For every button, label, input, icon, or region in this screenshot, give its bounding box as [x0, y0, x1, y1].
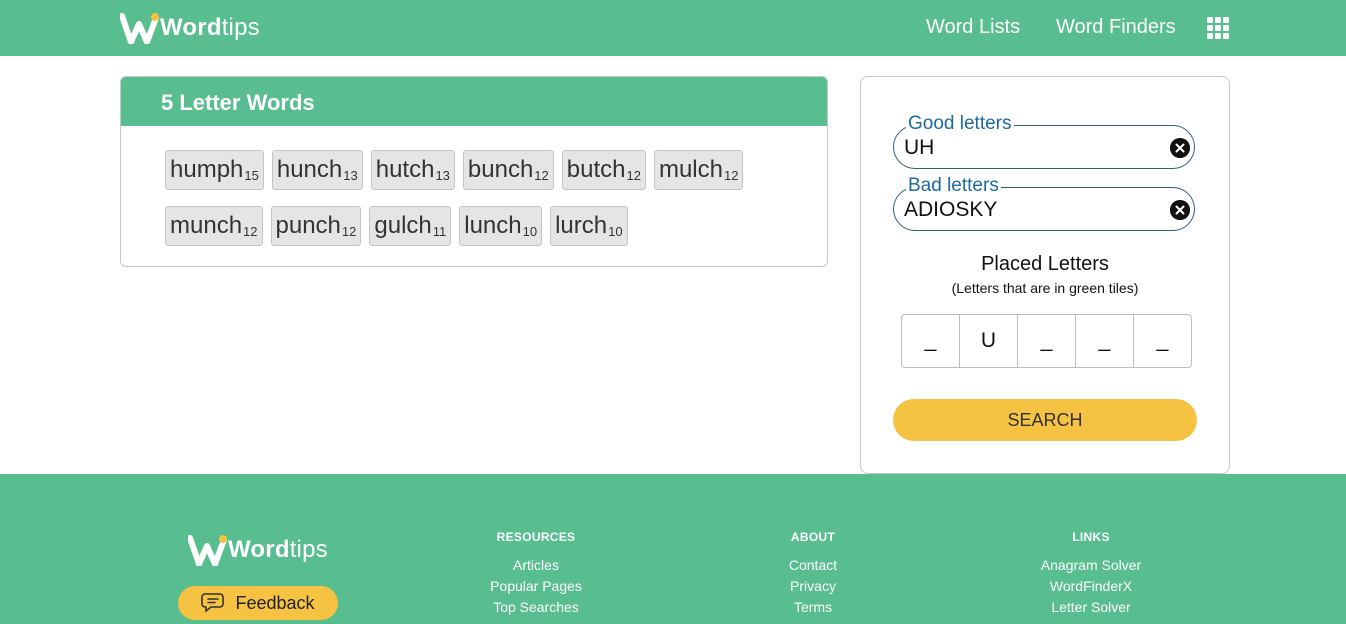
results-header: 5 Letter Words	[121, 77, 827, 126]
footer-column-title: ABOUT	[790, 530, 836, 544]
footer-link-anagram-solver[interactable]: Anagram Solver	[991, 555, 1191, 576]
word-chip[interactable]: hutch 13	[370, 150, 455, 190]
word-chip[interactable]: lurch 10	[550, 206, 628, 246]
chat-bubble-icon	[201, 593, 225, 613]
word-text: lunch	[464, 212, 522, 239]
word-text: hunch	[276, 156, 343, 183]
placed-letter-tile-5[interactable]: _	[1133, 315, 1191, 367]
placed-letter-tile-3[interactable]: _	[1017, 315, 1075, 367]
word-points: 10	[608, 224, 623, 239]
word-points: 12	[534, 168, 549, 183]
bad-letters-input[interactable]	[904, 198, 1154, 222]
word-text: munch	[170, 212, 243, 239]
word-text: gulch	[374, 212, 432, 239]
word-chip[interactable]: munch 12	[165, 206, 263, 246]
word-chip[interactable]: punch 12	[270, 206, 362, 246]
footer-column-title: RESOURCES	[496, 530, 576, 544]
word-text: humph	[170, 156, 244, 183]
bad-letters-field: Bad letters	[893, 176, 1195, 231]
word-points: 11	[432, 224, 447, 239]
word-chip[interactable]: gulch 11	[369, 206, 452, 246]
placed-letters-title: Placed Letters	[981, 253, 1109, 275]
word-chip[interactable]: humph 15	[165, 150, 264, 190]
placed-letter-tile-4[interactable]: _	[1075, 315, 1133, 367]
footer-link-letter-solver[interactable]: Letter Solver	[991, 597, 1191, 618]
word-chip[interactable]: bunch 12	[462, 150, 554, 190]
apps-grid-icon[interactable]	[1207, 17, 1229, 39]
word-chip[interactable]: mulch 12	[653, 150, 744, 190]
feedback-label: Feedback	[235, 592, 315, 613]
footer-column-resources: RESOURCES Articles Popular Pages Top Sea…	[436, 530, 636, 618]
word-chip[interactable]: hunch 13	[271, 150, 363, 190]
good-letters-label: Good letters	[906, 113, 1014, 134]
footer-logo-text: Wordtips	[228, 536, 328, 563]
footer-link-wordfinderx[interactable]: WordFinderX	[991, 576, 1191, 597]
clear-bad-letters-icon[interactable]	[1170, 200, 1190, 220]
top-nav-bar: Wordtips Word Lists Word Finders	[0, 0, 1346, 56]
footer-link-top-searches[interactable]: Top Searches	[436, 597, 636, 618]
word-points: 12	[723, 168, 739, 183]
footer-link-terms[interactable]: Terms	[713, 597, 913, 618]
footer-column-title: LINKS	[1072, 530, 1110, 544]
word-points: 13	[435, 168, 450, 183]
results-card: 5 Letter Words humph 15 hunch 13 hutch 13 b…	[120, 76, 828, 267]
word-points: 10	[522, 224, 538, 239]
word-text: bunch	[467, 156, 534, 183]
good-letters-field: Good letters	[893, 114, 1195, 169]
footer-link-articles[interactable]: Articles	[436, 555, 636, 576]
word-text: punch	[275, 212, 341, 239]
word-text: butch	[566, 156, 626, 183]
clear-good-letters-icon[interactable]	[1170, 138, 1190, 158]
word-text: mulch	[658, 156, 723, 183]
placed-letters-subtitle: (Letters that are in green tiles)	[951, 280, 1139, 296]
footer-logo[interactable]: Wordtips	[188, 534, 328, 566]
footer-column-links: LINKS Anagram Solver WordFinderX Letter …	[991, 530, 1191, 618]
word-chip-list: humph 15 hunch 13 hutch 13 bunch 12 butch 12 …	[165, 150, 805, 246]
word-text: lurch	[555, 212, 608, 239]
footer-logo-icon	[188, 535, 227, 566]
filter-panel: Good letters Bad letters Placed Letters …	[860, 76, 1230, 474]
placed-letter-tiles: _ U _ _ _	[901, 314, 1192, 368]
placed-letter-tile-2[interactable]: U	[959, 315, 1017, 367]
word-points: 15	[244, 168, 259, 183]
wordtips-logo[interactable]: Wordtips	[120, 12, 260, 44]
results-title: 5 Letter Words	[161, 90, 315, 115]
bad-letters-label: Bad letters	[906, 175, 1001, 196]
word-points: 12	[243, 224, 258, 239]
word-points: 12	[626, 168, 641, 183]
word-chip[interactable]: butch 12	[561, 150, 646, 190]
nav-word-finders[interactable]: Word Finders	[1056, 16, 1176, 39]
footer-link-popular-pages[interactable]: Popular Pages	[436, 576, 636, 597]
placed-letter-tile-1[interactable]: _	[902, 315, 959, 367]
footer-column-about: ABOUT Contact Privacy Terms	[713, 530, 913, 618]
good-letters-input[interactable]	[904, 136, 1154, 160]
word-points: 12	[341, 224, 357, 239]
footer-link-contact[interactable]: Contact	[713, 555, 913, 576]
footer-link-privacy[interactable]: Privacy	[713, 576, 913, 597]
word-text: hutch	[375, 156, 435, 183]
logo-text: Wordtips	[160, 14, 260, 41]
feedback-button[interactable]: Feedback	[178, 586, 338, 620]
wordtips-logo-icon	[120, 13, 159, 44]
footer: Wordtips Feedback RESOURCES Articles Pop…	[0, 474, 1346, 624]
word-chip[interactable]: lunch 10	[459, 206, 543, 246]
word-points: 13	[343, 168, 358, 183]
search-button[interactable]: SEARCH	[893, 399, 1197, 441]
nav-word-lists[interactable]: Word Lists	[926, 16, 1020, 39]
